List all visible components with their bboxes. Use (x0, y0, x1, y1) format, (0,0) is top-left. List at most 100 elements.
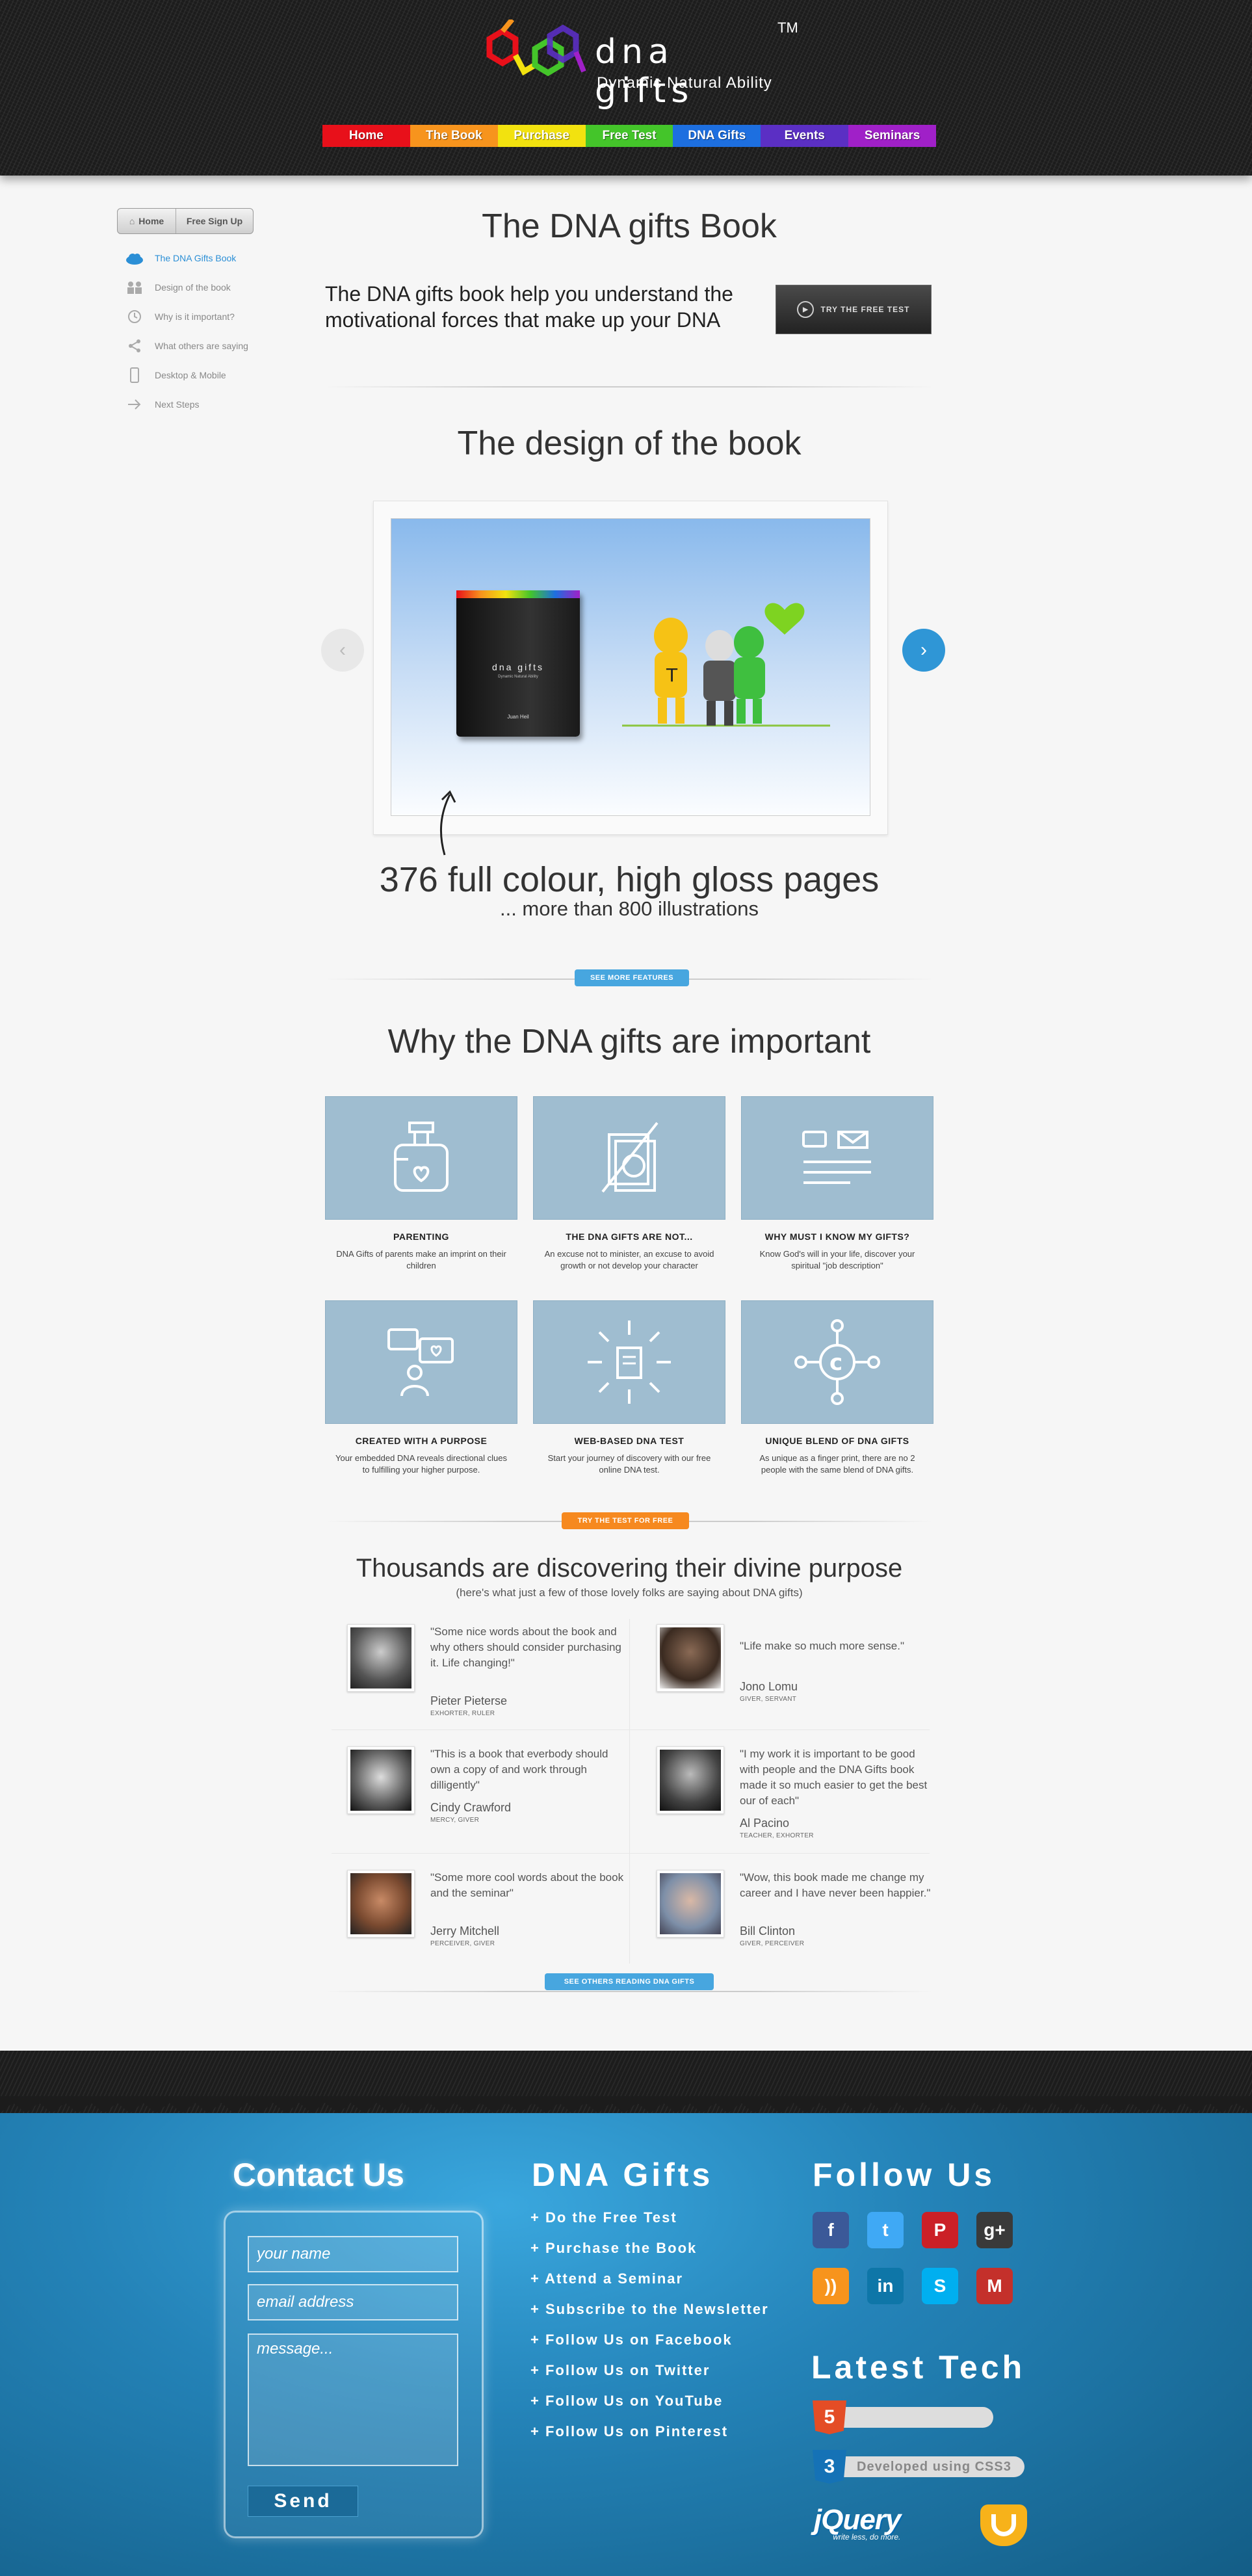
feature-tile (325, 1300, 517, 1424)
sidebar-item-next[interactable]: Next Steps (117, 389, 254, 419)
latest-tech-title: Latest Tech (811, 2349, 1026, 2385)
book-slider: dna gifts Dynamic Natural Ability Juan H… (373, 501, 888, 835)
footer-link-purchase[interactable]: + Purchase the Book (530, 2240, 769, 2270)
rss-icon[interactable]: )) (813, 2268, 849, 2304)
testimonial-role: EXHORTER, RULER (430, 1710, 495, 1717)
feature-title: UNIQUE BLEND OF DNA GIFTS (765, 1436, 909, 1446)
feature-title: PARENTING (393, 1231, 449, 1242)
chevron-left-icon: ‹ (339, 639, 346, 661)
pinterest-icon[interactable]: P (922, 2212, 958, 2248)
zigzag-border (0, 2096, 1252, 2113)
testimonial-quote: "Wow, this book made me change my career… (740, 1871, 931, 1899)
sidebar-signup-button[interactable]: Free Sign Up (176, 209, 253, 233)
css3-badge: 3 Developed using CSS3 (813, 2450, 1024, 2484)
nav-the-book[interactable]: The Book (410, 125, 498, 147)
avatar (657, 1870, 724, 1938)
nav-seminars[interactable]: Seminars (848, 125, 937, 147)
feature-not: THE DNA GIFTS ARE NOT... An excuse not t… (533, 1096, 725, 1272)
feature-tile (325, 1096, 517, 1220)
sidebar-item-saying[interactable]: What others are saying (117, 331, 254, 360)
feature-tile (533, 1096, 725, 1220)
footer-link-seminar[interactable]: + Attend a Seminar (530, 2270, 769, 2301)
footer-links: + Do the Free Test + Purchase the Book +… (530, 2209, 769, 2454)
logo-brand-text: dna gifts (595, 33, 694, 111)
testimonial-role: PERCEIVER, GIVER (430, 1940, 495, 1947)
feature-parenting: PARENTING DNA Gifts of parents make an i… (325, 1096, 517, 1272)
sidebar-item-book[interactable]: The DNA Gifts Book (117, 243, 254, 272)
sidebar-buttons: ⌂ Home Free Sign Up (117, 208, 254, 234)
linkedin-icon[interactable]: in (867, 2268, 904, 2304)
testimonial-role: TEACHER, EXHORTER (740, 1832, 814, 1839)
testimonial-role: GIVER, SERVANT (740, 1696, 797, 1703)
feature-tile (741, 1096, 933, 1220)
name-field[interactable] (248, 2236, 458, 2272)
sidebar-item-mobile[interactable]: Desktop & Mobile (117, 360, 254, 389)
contact-form: Send (224, 2211, 484, 2538)
try-test-free-button[interactable]: TRY THE TEST FOR FREE (562, 1512, 689, 1529)
nav-free-test[interactable]: Free Test (585, 125, 673, 147)
feature-title: WEB-BASED DNA TEST (574, 1436, 685, 1446)
sidebar-item-design[interactable]: Design of the book (117, 272, 254, 302)
nav-home[interactable]: Home (322, 125, 410, 147)
testimonial-quote: "Some nice words about the book and why … (430, 1625, 621, 1669)
footer-link-newsletter[interactable]: + Subscribe to the Newsletter (530, 2301, 769, 2332)
people-icon (124, 280, 146, 295)
intro-text: The DNA gifts book help you understand t… (325, 282, 733, 332)
no-documents-icon (601, 1122, 659, 1193)
send-button[interactable]: Send (248, 2486, 358, 2517)
google-plus-icon[interactable]: g+ (976, 2212, 1013, 2248)
message-field[interactable] (248, 2333, 458, 2466)
pages-caption: 376 full colour, high gloss pages (379, 860, 880, 899)
testimonial-name: Jerry Mitchell (430, 1925, 500, 1938)
cloud-icon (124, 250, 146, 266)
history-icon (124, 309, 146, 324)
see-others-reading-button[interactable]: SEE OTHERS READING DNA GIFTS (545, 1973, 714, 1990)
site-logo[interactable]: dna gifts Dynamic Natural Ability TM (473, 20, 798, 111)
contact-title: Contact Us (233, 2157, 404, 2193)
testimonial-quote: "Life make so much more sense." (740, 1640, 905, 1652)
network-icon: c (794, 1319, 880, 1405)
facebook-icon[interactable]: f (813, 2212, 849, 2248)
avatar (657, 1624, 724, 1692)
speech-heart-icon (387, 1328, 454, 1397)
feature-title: CREATED WITH A PURPOSE (355, 1436, 488, 1446)
illustrations-caption: ... more than 800 illustrations (499, 897, 759, 920)
site-header: dna gifts Dynamic Natural Ability TM Hom… (0, 0, 1252, 176)
footer-link-twitter[interactable]: + Follow Us on Twitter (530, 2362, 769, 2393)
book-3d-image: dna gifts Dynamic Natural Ability Juan H… (456, 590, 580, 737)
slider-next-button[interactable]: › (902, 629, 945, 672)
feature-unique: c UNIQUE BLEND OF DNA GIFTS As unique as… (741, 1300, 933, 1476)
sidebar-home-button[interactable]: ⌂ Home (118, 209, 176, 233)
sidebar-item-label: What others are saying (155, 340, 248, 351)
play-icon: ▶ (797, 301, 815, 318)
footer-link-youtube[interactable]: + Follow Us on YouTube (530, 2393, 769, 2423)
try-free-test-label: TRY THE FREE TEST (820, 305, 910, 314)
testimonial-card: "Life make so much more sense." Jono Lom… (657, 1624, 943, 1735)
nav-dna-gifts[interactable]: DNA Gifts (673, 125, 761, 147)
footer-link-facebook[interactable]: + Follow Us on Facebook (530, 2332, 769, 2362)
sidebar-item-label: Design of the book (155, 282, 231, 293)
twitter-icon[interactable]: t (867, 2212, 904, 2248)
skype-icon[interactable]: S (922, 2268, 958, 2304)
testimonial-quote: "This is a book that everbody should own… (430, 1748, 608, 1791)
chevron-right-icon: › (920, 639, 927, 661)
see-more-features-button[interactable]: SEE MORE FEATURES (575, 969, 689, 986)
baby-bottle-icon (394, 1122, 449, 1192)
sidebar-item-important[interactable]: Why is it important? (117, 302, 254, 331)
nav-events[interactable]: Events (761, 125, 849, 147)
svg-text:T: T (666, 664, 678, 686)
trademark-mark: TM (777, 20, 798, 36)
css3-icon: 3 (813, 2450, 846, 2484)
slider-prev-button[interactable]: ‹ (321, 629, 364, 672)
email-field[interactable] (248, 2284, 458, 2320)
follow-title: Follow Us (813, 2157, 996, 2193)
footer-link-pinterest[interactable]: + Follow Us on Pinterest (530, 2423, 769, 2454)
gmail-icon[interactable]: M (976, 2268, 1013, 2304)
sidebar-home-label: Home (138, 216, 164, 226)
try-free-test-button[interactable]: ▶ TRY THE FREE TEST (776, 285, 932, 334)
home-icon: ⌂ (129, 216, 135, 226)
footer-link-free-test[interactable]: + Do the Free Test (530, 2209, 769, 2240)
arrow-right-icon (124, 397, 146, 412)
feature-description: Your embedded DNA reveals directional cl… (335, 1453, 507, 1475)
nav-purchase[interactable]: Purchase (497, 125, 586, 147)
